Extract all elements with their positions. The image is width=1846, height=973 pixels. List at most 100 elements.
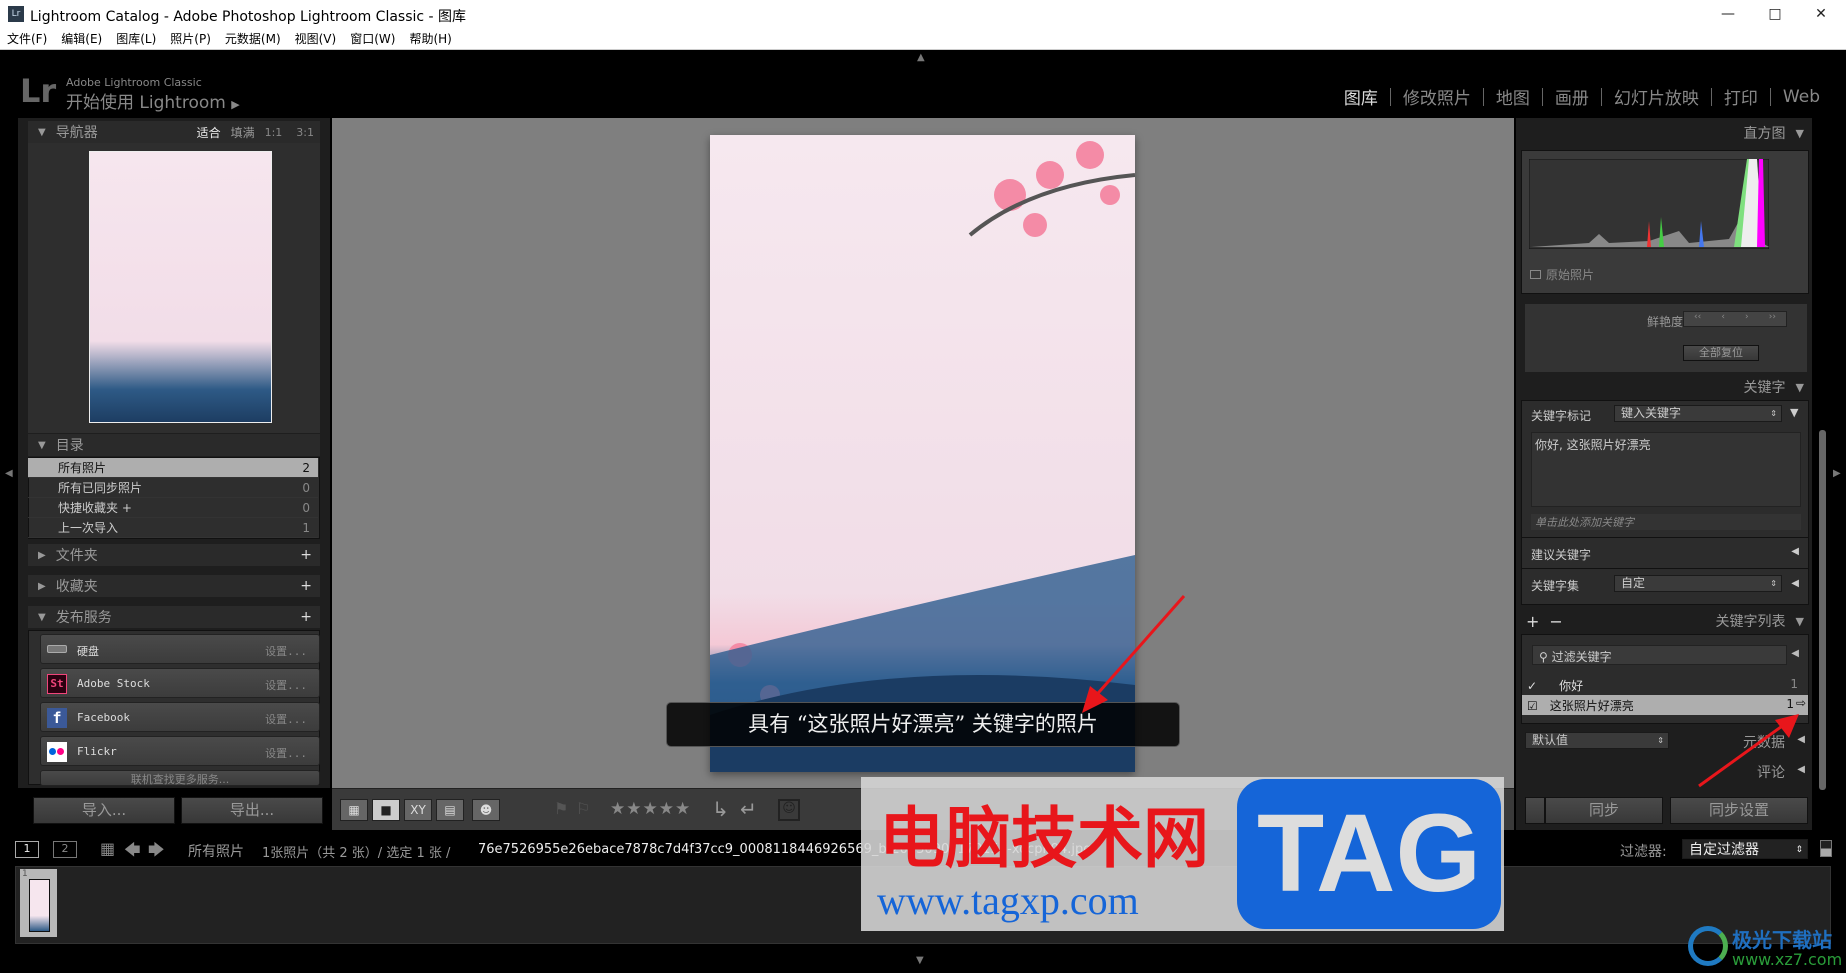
survey-view-button[interactable]: ▤ — [436, 799, 464, 821]
menu-photo[interactable]: 照片(P) — [170, 30, 211, 47]
add-keyword-input[interactable]: 单击此处添加关键字 — [1531, 514, 1801, 530]
menu-file[interactable]: 文件(F) — [7, 30, 47, 47]
setup-link[interactable]: 设置... — [265, 711, 307, 727]
service-adobe-stock[interactable]: St Adobe Stock 设置... — [40, 668, 320, 698]
publish-services-header[interactable]: ▼ 发布服务 + — [28, 606, 320, 628]
menu-help[interactable]: 帮助(H) — [409, 30, 451, 47]
remove-keyword-icon[interactable]: − — [1549, 612, 1562, 631]
keywording-header[interactable]: 关键字 ▼ — [1516, 376, 1812, 398]
sync-button[interactable]: 同步 — [1545, 797, 1663, 824]
filmstrip-thumbnail[interactable]: 1 — [20, 869, 57, 937]
rotate-right-icon[interactable]: ↵ — [740, 797, 757, 821]
add-keyword-icon[interactable]: + — [1526, 612, 1539, 631]
keyword-tags-dropdown[interactable]: 键入关键字 ⇕ — [1614, 405, 1782, 422]
catalog-item-all-photos[interactable]: 所有照片 2 — [28, 458, 318, 478]
folders-header[interactable]: ▶ 文件夹 + — [28, 544, 320, 566]
sync-toggle[interactable] — [1525, 797, 1545, 824]
add-icon[interactable]: + — [300, 547, 312, 563]
sync-settings-button[interactable]: 同步设置 — [1670, 797, 1808, 824]
filter-keywords-input[interactable]: ⚲ 过滤关键字 — [1532, 645, 1787, 665]
source-label[interactable]: 所有照片 — [188, 841, 244, 861]
people-view-button[interactable]: ☻ — [472, 799, 500, 821]
module-slideshow[interactable]: 幻灯片放映 — [1602, 84, 1711, 109]
module-web[interactable]: Web — [1771, 87, 1832, 107]
tagxp-watermark: 电脑技术网 www.tagxp.com TAG — [861, 777, 1504, 931]
setup-link[interactable]: 设置... — [265, 745, 307, 761]
reset-all-button[interactable]: 全部复位 — [1683, 345, 1759, 361]
histogram-header[interactable]: 直方图 ▼ — [1516, 122, 1812, 144]
setup-link[interactable]: 设置... — [265, 677, 307, 693]
menu-library[interactable]: 图库(L) — [116, 30, 156, 47]
menu-edit[interactable]: 编辑(E) — [61, 30, 102, 47]
identity-line2[interactable]: 开始使用 Lightroom ▶ — [66, 88, 240, 113]
keyword-set-dropdown[interactable]: 自定 ⇕ — [1614, 575, 1782, 592]
search-icon: ⚲ — [1539, 650, 1548, 664]
star-rating[interactable]: ★★★★★ — [610, 799, 691, 819]
service-flickr[interactable]: Flickr 设置... — [40, 736, 320, 766]
navigator-header[interactable]: ▼ 导航器 适合 填满 1:1 3:1 — [28, 121, 320, 143]
collections-header[interactable]: ▶ 收藏夹 + — [28, 575, 320, 597]
zoom-fill[interactable]: 填满 — [231, 124, 255, 141]
suggested-keywords[interactable]: 建议关键字 ◀ — [1522, 537, 1808, 567]
filmstrip-toggle-icon[interactable]: ▼ — [916, 955, 924, 966]
rotate-left-icon[interactable]: ↳ — [712, 797, 729, 821]
close-button[interactable]: ✕ — [1801, 2, 1841, 26]
add-icon[interactable]: + — [300, 609, 312, 625]
right-panel-scrollbar[interactable] — [1819, 430, 1826, 790]
filter-arrow-icon[interactable]: ⇨ — [1796, 696, 1806, 710]
zoom-fit[interactable]: 适合 — [197, 124, 221, 141]
catalog-item-quick-collection[interactable]: 快捷收藏夹 +0 — [28, 498, 318, 518]
loupe-view[interactable]: 具有 “这张照片好漂亮” 关键字的照片 — [332, 118, 1514, 788]
vibrance-stepper[interactable]: ‹‹ ‹ › ›› — [1683, 311, 1787, 327]
service-hard-drive[interactable]: 硬盘 设置... — [40, 634, 320, 664]
top-panel-toggle-icon[interactable]: ▲ — [917, 52, 925, 63]
navigator-preview[interactable] — [28, 143, 320, 433]
find-more-services-button[interactable]: 联机查找更多服务... — [40, 770, 320, 786]
metadata-preset-dropdown[interactable]: 默认值 ⇕ — [1525, 732, 1669, 749]
left-panel: ▼ 导航器 适合 填满 1:1 3:1 ▼ 目录 所有照片 2 所有已同步照片 0 快… — [18, 118, 330, 824]
left-panel-toggle-icon[interactable]: ◀ — [5, 468, 13, 479]
catalog-item-previous-import[interactable]: 上一次导入 1 — [28, 518, 318, 538]
import-button[interactable]: 导入... — [33, 797, 175, 824]
module-map[interactable]: 地图 — [1484, 84, 1542, 109]
back-arrow-icon[interactable]: 🡄 — [124, 839, 141, 866]
keywords-textarea[interactable]: 你好, 这张照片好漂亮 — [1531, 432, 1801, 507]
catalog-header[interactable]: ▼ 目录 — [28, 434, 320, 456]
menu-view[interactable]: 视图(V) — [295, 30, 337, 47]
zoom-1-1[interactable]: 1:1 — [265, 126, 283, 139]
zoom-3-1[interactable]: 3:1 — [296, 126, 314, 139]
maximize-button[interactable]: □ — [1755, 2, 1795, 26]
module-library[interactable]: 图库 — [1332, 84, 1390, 109]
module-print[interactable]: 打印 — [1712, 84, 1770, 109]
grid-view-button[interactable]: ▦ — [340, 799, 368, 821]
export-button[interactable]: 导出... — [181, 797, 323, 824]
main-window-button[interactable]: 1 — [15, 841, 39, 858]
setup-link[interactable]: 设置... — [265, 643, 307, 659]
keyword-item[interactable]: ✓ 你好 1 — [1522, 675, 1808, 695]
module-book[interactable]: 画册 — [1543, 84, 1601, 109]
forward-arrow-icon[interactable]: 🡆 — [148, 839, 165, 866]
adobe-stock-icon: St — [47, 674, 67, 694]
original-photo-checkbox[interactable] — [1530, 270, 1541, 279]
service-facebook[interactable]: f Facebook 设置... — [40, 702, 320, 732]
filter-lock-toggle[interactable] — [1820, 840, 1832, 857]
menu-window[interactable]: 窗口(W) — [350, 30, 395, 47]
triangle-down-icon[interactable]: ▼ — [1790, 406, 1798, 419]
grid-icon[interactable]: ▦ — [100, 839, 115, 858]
window-title: Lightroom Catalog - Adobe Photoshop Ligh… — [30, 9, 467, 25]
add-icon[interactable]: + — [300, 578, 312, 594]
right-panel-toggle-icon[interactable]: ▶ — [1833, 468, 1841, 479]
secondary-window-button[interactable]: 2 — [53, 841, 77, 858]
triangle-left-icon[interactable]: ◀ — [1791, 648, 1799, 659]
filter-dropdown[interactable]: 自定过滤器 ⇕ — [1682, 839, 1808, 859]
minimize-button[interactable]: — — [1708, 2, 1748, 26]
filter-label: 过滤器: — [1620, 844, 1667, 860]
catalog-item-synced[interactable]: 所有已同步照片 0 — [28, 478, 318, 498]
loupe-view-button[interactable]: ■ — [372, 799, 400, 821]
module-develop[interactable]: 修改照片 — [1391, 84, 1483, 109]
reject-flag-icon[interactable]: ⚐ — [576, 799, 590, 818]
flag-icon[interactable]: ⚑ — [554, 799, 568, 818]
face-region-icon[interactable]: ☺ — [778, 799, 800, 821]
menu-metadata[interactable]: 元数据(M) — [225, 30, 281, 47]
compare-view-button[interactable]: XY — [404, 799, 432, 821]
